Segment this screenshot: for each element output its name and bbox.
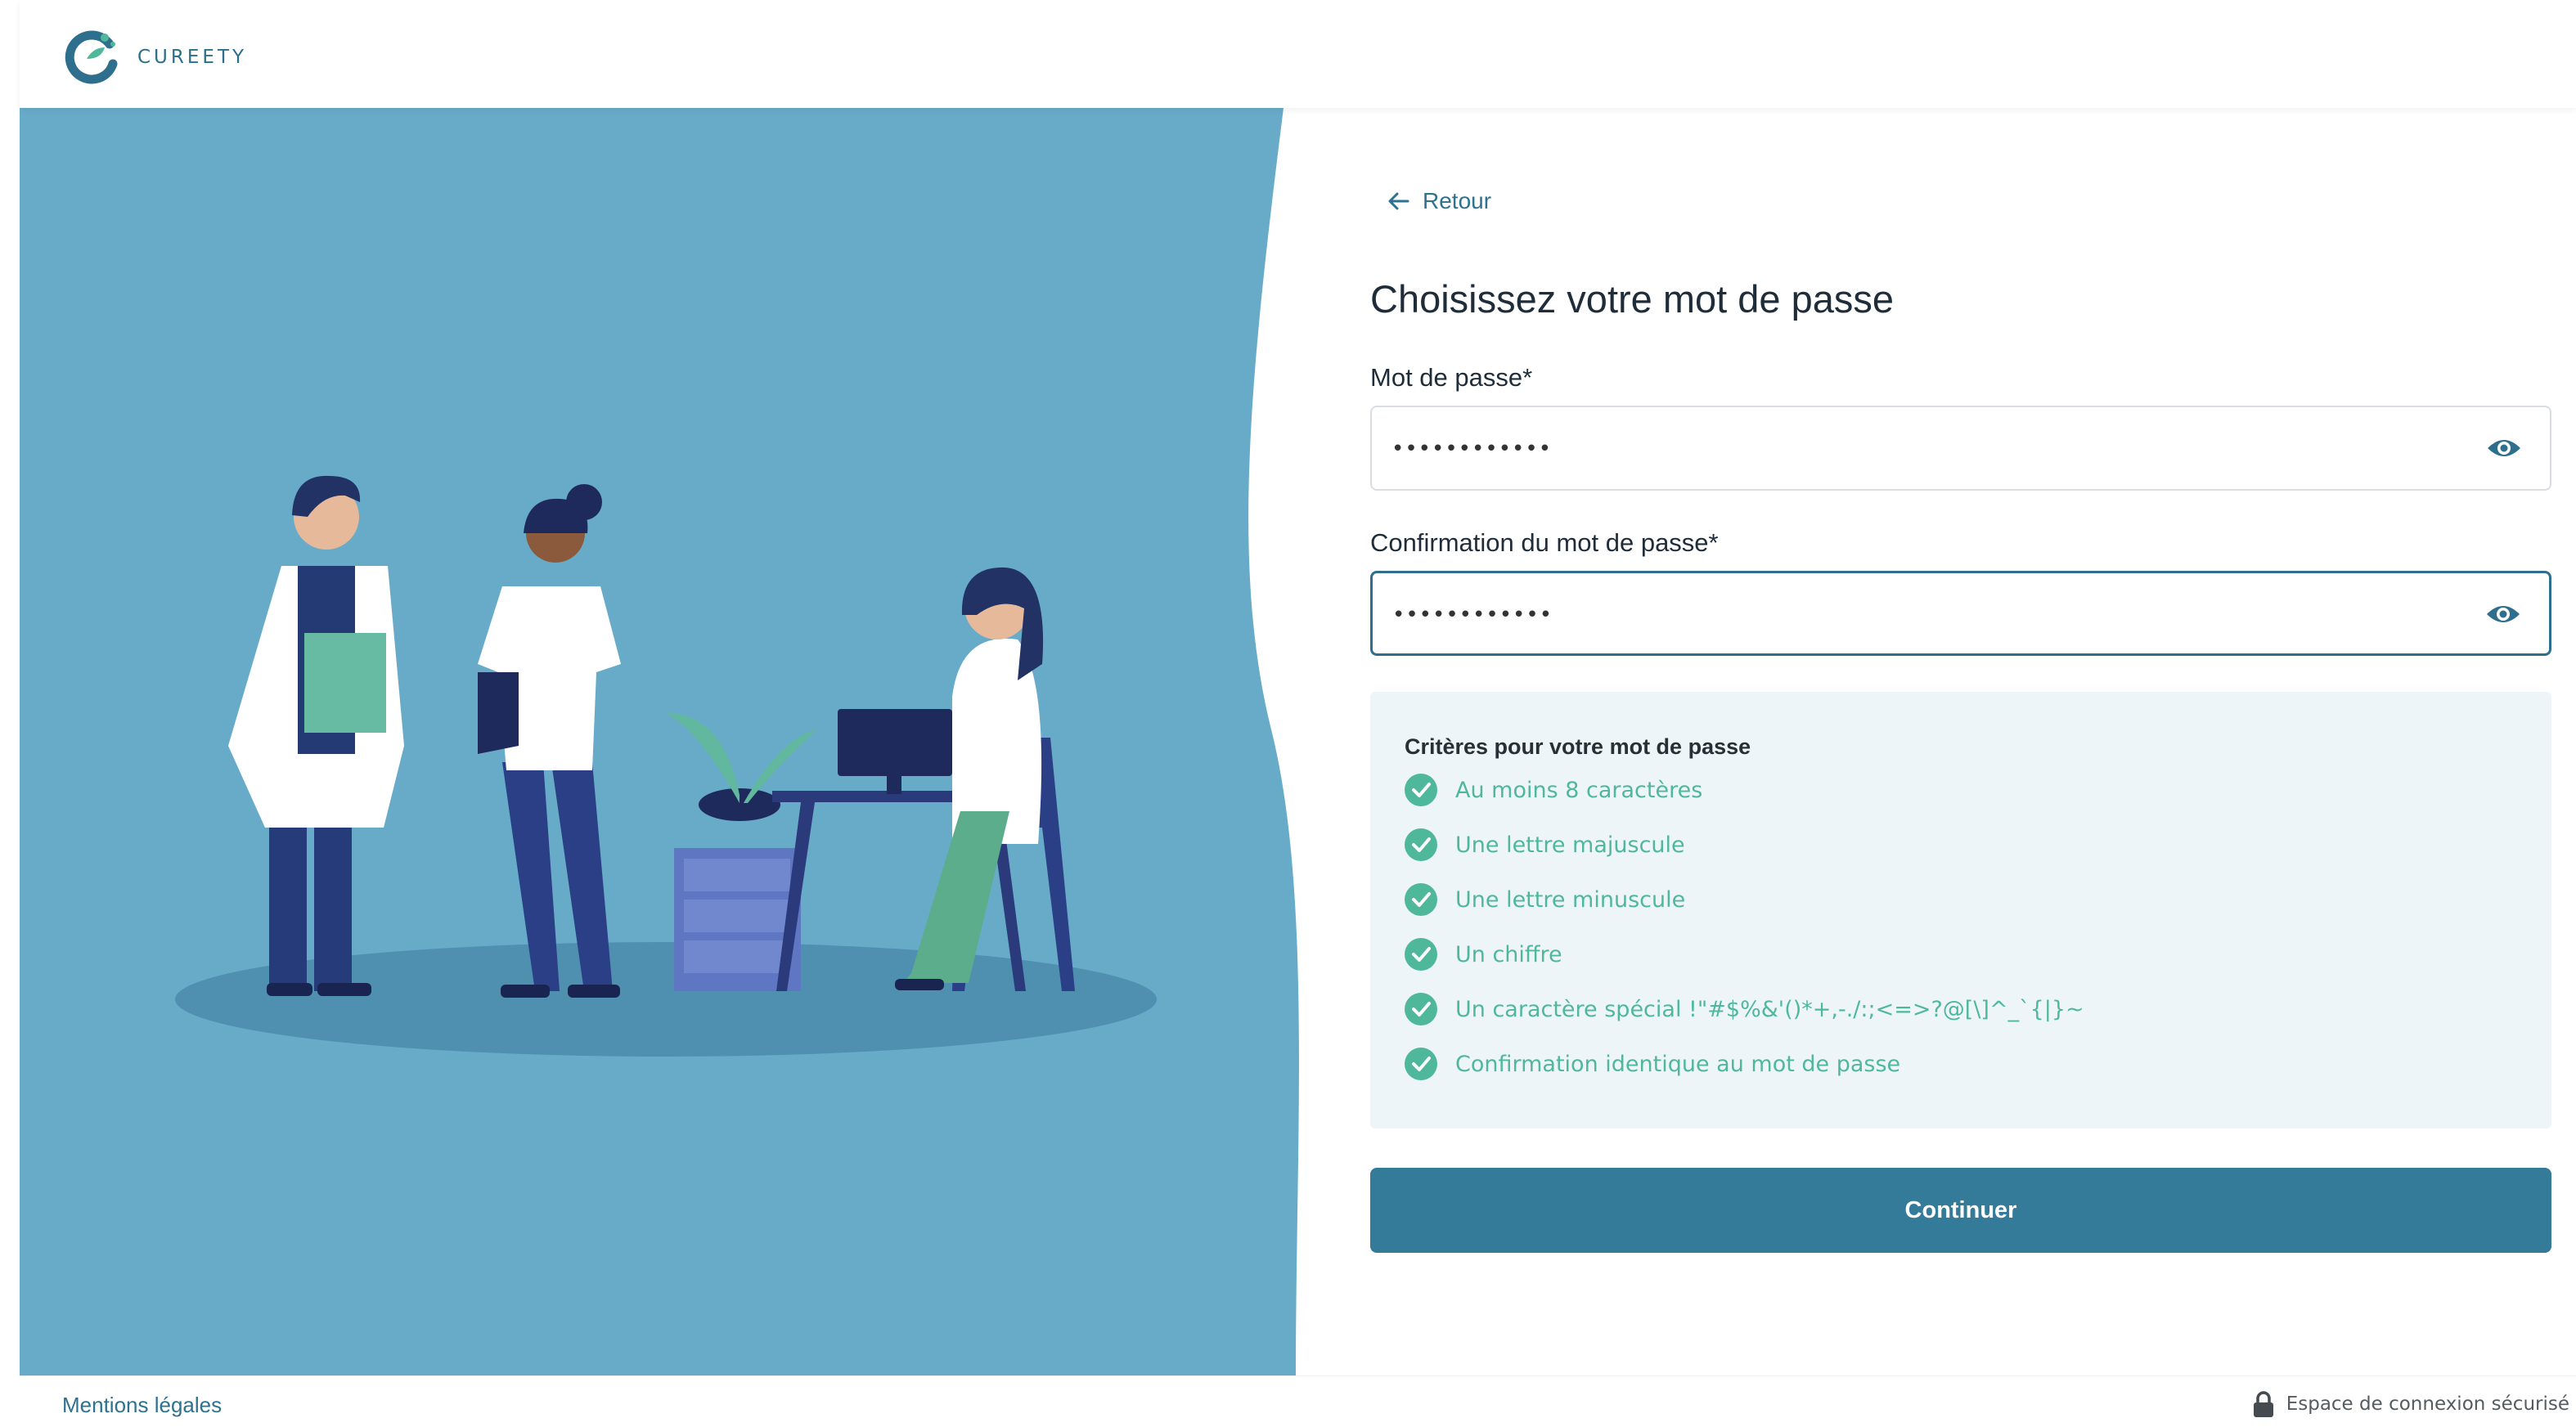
top-bar: CUREETY <box>20 0 2576 108</box>
criterion-label: Une lettre majuscule <box>1455 832 1685 858</box>
list-item: Une lettre majuscule <box>1405 828 2084 861</box>
back-link[interactable]: Retour <box>1387 188 1491 214</box>
check-circle-icon <box>1405 993 1437 1025</box>
password-label: Mot de passe* <box>1370 363 1533 392</box>
check-circle-icon <box>1405 938 1437 971</box>
list-item: Une lettre minuscule <box>1405 883 2084 916</box>
continue-button[interactable]: Continuer <box>1370 1168 2551 1253</box>
secure-connection-notice: Espace de connexion sécurisé <box>2252 1391 2569 1417</box>
password-criteria: Critères pour votre mot de passe Au moin… <box>1370 692 2551 1129</box>
list-item: Un chiffre <box>1405 938 2084 971</box>
criteria-title: Critères pour votre mot de passe <box>1405 734 1751 759</box>
password-form-panel: Retour Choisissez votre mot de passe Mot… <box>1370 108 2556 1375</box>
footer: Mentions légales Espace de connexion séc… <box>20 1375 2576 1427</box>
list-item: Un caractère spécial !"#$%&'()*+,-./:;<=… <box>1405 993 2084 1025</box>
page-title: Choisissez votre mot de passe <box>1370 277 1895 321</box>
back-link-label: Retour <box>1423 188 1492 213</box>
brand-logo[interactable]: CUREETY <box>62 26 247 88</box>
lock-icon <box>2253 1391 2273 1417</box>
check-circle-icon <box>1405 828 1437 861</box>
list-item: Au moins 8 caractères <box>1405 774 2084 806</box>
brand-name: CUREETY <box>137 47 248 68</box>
secure-connection-label: Espace de connexion sécurisé <box>2286 1393 2569 1415</box>
criterion-label: Un caractère spécial !"#$%&'()*+,-./:;<=… <box>1455 996 2084 1022</box>
confirm-password-label: Confirmation du mot de passe* <box>1370 528 1719 557</box>
check-circle-icon <box>1405 774 1437 806</box>
confirm-password-input[interactable] <box>1392 595 2374 635</box>
doctors-illustration <box>20 108 1299 1375</box>
confirm-password-field <box>1370 571 2551 656</box>
criterion-label: Un chiffre <box>1455 941 1562 967</box>
back-arrow-icon <box>1388 192 1409 210</box>
password-field <box>1370 406 2551 491</box>
legal-notice-link[interactable]: Mentions légales <box>62 1393 222 1418</box>
eye-icon[interactable] <box>2485 599 2521 629</box>
cureety-logo-icon <box>65 30 118 84</box>
list-item: Confirmation identique au mot de passe <box>1405 1048 2084 1080</box>
criterion-label: Confirmation identique au mot de passe <box>1455 1051 1901 1077</box>
password-input[interactable] <box>1391 429 2373 469</box>
criterion-label: Au moins 8 caractères <box>1455 777 1703 803</box>
check-circle-icon <box>1405 1048 1437 1080</box>
eye-icon[interactable] <box>2486 433 2522 463</box>
criterion-label: Une lettre minuscule <box>1455 886 1686 913</box>
criteria-list: Au moins 8 caractères Une lettre majuscu… <box>1405 774 2084 1102</box>
check-circle-icon <box>1405 883 1437 916</box>
